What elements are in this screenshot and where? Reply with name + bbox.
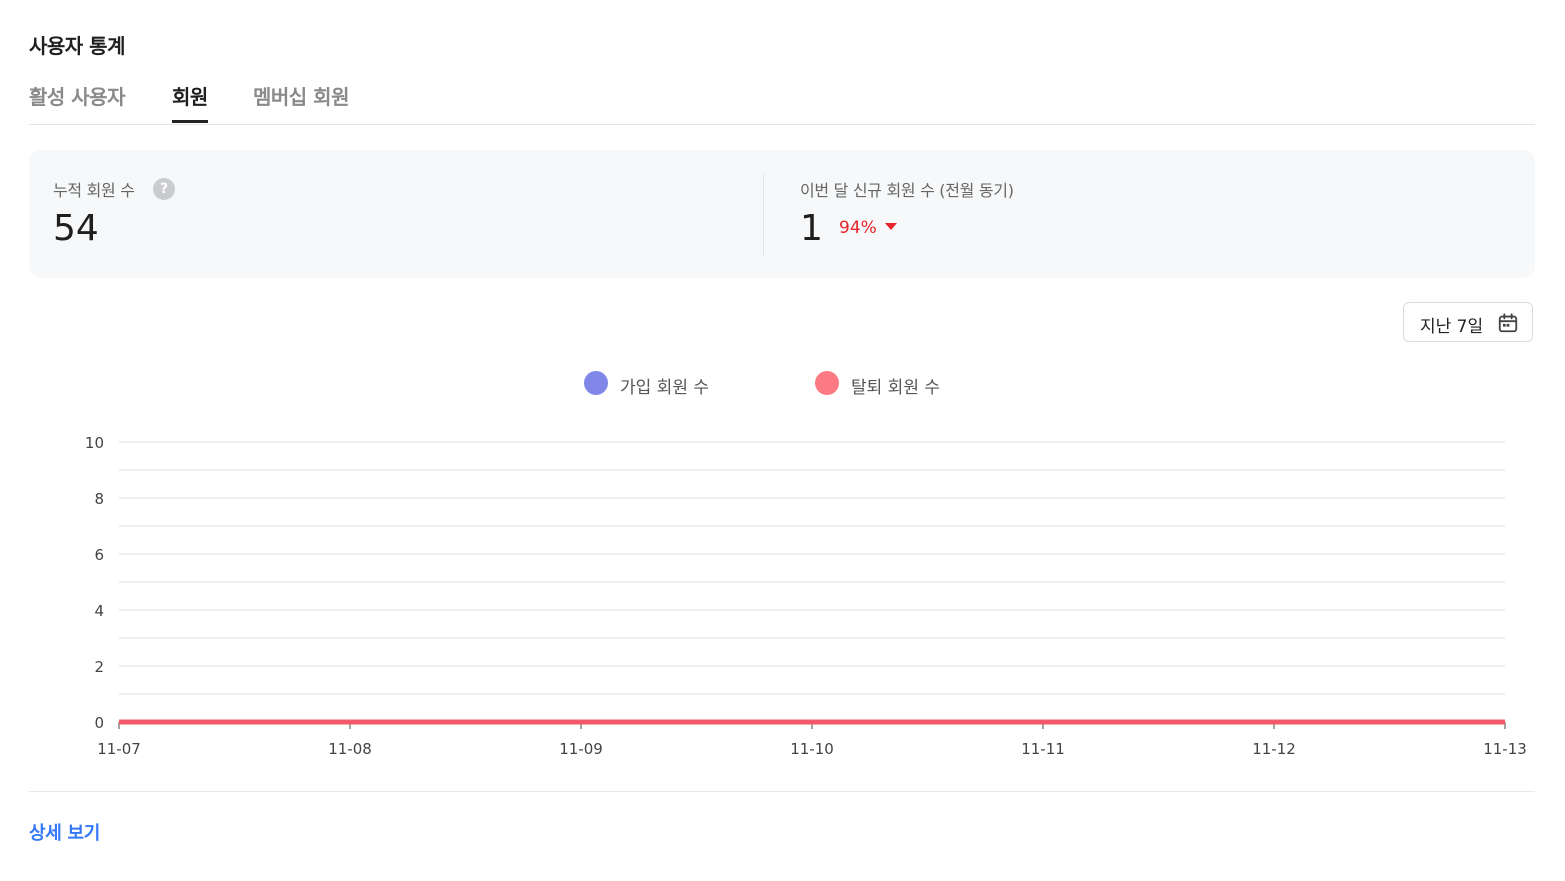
- legend-label-withdrawals: 탈퇴 회원 수: [851, 378, 941, 398]
- stat-total-members: 누적 회원 수 ? 54: [53, 150, 753, 278]
- stat-change: 94%: [839, 218, 897, 238]
- view-details-link[interactable]: 상세 보기: [29, 819, 100, 845]
- x-tick-label: 11-08: [328, 740, 372, 758]
- tab-active-users[interactable]: 활성 사용자: [29, 80, 125, 123]
- stats-card: 누적 회원 수 ? 54 이번 달 신규 회원 수 (전월 동기) 1 94%: [29, 150, 1535, 278]
- date-range-label: 지난 7일: [1420, 317, 1484, 337]
- x-tick-label: 11-10: [790, 740, 834, 758]
- date-range-button[interactable]: 지난 7일: [1403, 302, 1533, 342]
- y-tick-label: 8: [94, 490, 104, 508]
- stat-total-label: 누적 회원 수: [53, 181, 135, 200]
- y-tick-label: 0: [94, 714, 104, 732]
- y-tick-label: 10: [85, 434, 104, 452]
- page-title: 사용자 통계: [29, 34, 125, 58]
- user-stats-page: 사용자 통계 활성 사용자 회원 멤버십 회원 누적 회원 수 ? 54 이번 …: [0, 0, 1565, 881]
- y-tick-label: 6: [94, 546, 104, 564]
- chart-legend: 가입 회원 수 탈퇴 회원 수: [0, 370, 1565, 398]
- down-arrow-icon: [884, 223, 897, 230]
- stat-total-value: 54: [53, 208, 99, 249]
- stat-divider: [763, 173, 764, 255]
- bottom-divider: [29, 791, 1535, 792]
- stat-new-label: 이번 달 신규 회원 수 (전월 동기): [800, 181, 1014, 200]
- stat-new-value: 1: [800, 208, 823, 249]
- legend-dot-withdrawals: [815, 371, 839, 395]
- tab-members[interactable]: 회원: [172, 80, 208, 123]
- tab-membership-members[interactable]: 멤버십 회원: [253, 80, 349, 123]
- x-tick-label: 11-09: [559, 740, 603, 758]
- tab-bar: 활성 사용자 회원 멤버십 회원: [29, 80, 1535, 125]
- members-line-chart: 0 2 4 6 8 10 11-07 11-08 11-09 11-10 11-11 11-12 11-…: [85, 434, 1527, 758]
- legend-label-signups: 가입 회원 수: [620, 378, 710, 398]
- y-tick-label: 4: [94, 602, 104, 620]
- x-tick-label: 11-13: [1483, 740, 1527, 758]
- stat-new-members: 이번 달 신규 회원 수 (전월 동기) 1 94%: [800, 150, 1500, 278]
- x-tick-label: 11-11: [1021, 740, 1065, 758]
- legend-dot-signups: [584, 371, 608, 395]
- stat-change-value: 94%: [839, 218, 877, 238]
- help-icon[interactable]: ?: [153, 178, 175, 200]
- x-tick-label: 11-07: [97, 740, 141, 758]
- x-tick-label: 11-12: [1252, 740, 1296, 758]
- y-tick-label: 2: [94, 658, 104, 676]
- calendar-icon: [1498, 313, 1518, 333]
